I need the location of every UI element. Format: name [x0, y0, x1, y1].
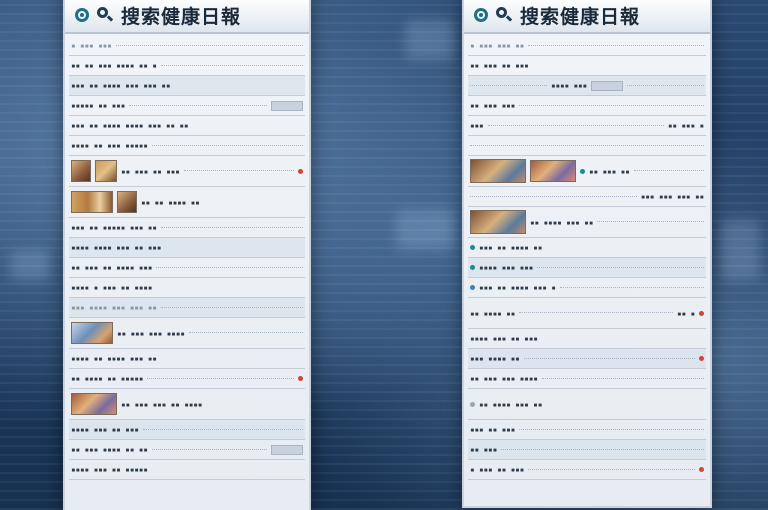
right-titlebar: 搜索健康日報	[464, 0, 710, 34]
search-icon[interactable]	[496, 7, 512, 23]
status-dot	[470, 285, 475, 290]
right-list: ▪ ▪▪▪ ▪▪▪ ▪▪ ▪▪ ▪▪▪ ▪▪ ▪▪▪ ▪▪▪▪ ▪▪▪ ▪▪ ▪…	[464, 34, 710, 482]
status-dot	[580, 168, 585, 174]
left-title: 搜索健康日報	[121, 5, 242, 28]
left-titlebar: 搜索健康日報	[65, 0, 309, 34]
list-item[interactable]: ▪ ▪▪▪ ▪▪▪ ▪▪	[468, 36, 706, 56]
list-item[interactable]: ▪▪ ▪▪▪ ▪▪▪	[468, 96, 706, 116]
alert-dot	[298, 376, 303, 381]
list-item[interactable]: ▪▪ ▪▪▪▪ ▪▪ ▪▪ ▪	[468, 298, 706, 329]
list-item[interactable]: ▪▪ ▪▪▪ ▪▪ ▪▪▪	[69, 156, 305, 187]
list-item[interactable]: ▪▪▪▪ ▪▪▪ ▪▪ ▪▪▪	[468, 329, 706, 349]
list-item[interactable]: ▪▪ ▪▪▪ ▪▪ ▪▪▪	[468, 56, 706, 76]
thumbnail-image	[95, 160, 117, 182]
list-item[interactable]: ▪▪ ▪▪▪ ▪▪▪ ▪▪▪▪	[468, 369, 706, 389]
list-item[interactable]: ▪▪▪ ▪▪ ▪▪▪▪▪ ▪▪▪ ▪▪	[69, 218, 305, 238]
list-item[interactable]: ▪▪▪▪ ▪▪▪▪ ▪▪▪ ▪▪ ▪▪▪	[69, 238, 305, 258]
thumbnail-image	[530, 160, 576, 182]
left-window: 搜索健康日報 ▪ ▪▪▪ ▪▪▪ ▪▪ ▪▪ ▪▪▪ ▪▪▪▪ ▪▪ ▪ ▪▪▪…	[63, 0, 311, 510]
circle-icon[interactable]	[75, 8, 89, 22]
list-item[interactable]: ▪▪▪▪ ▪▪▪ ▪▪ ▪▪▪	[69, 420, 305, 440]
thumbnail-image	[71, 160, 91, 182]
list-item[interactable]: ▪▪▪ ▪▪▪ ▪▪▪ ▪▪	[468, 187, 706, 207]
status-badge	[591, 80, 624, 91]
right-window: 搜索健康日報 ▪ ▪▪▪ ▪▪▪ ▪▪ ▪▪ ▪▪▪ ▪▪ ▪▪▪ ▪▪▪▪ ▪…	[462, 0, 712, 508]
list-item[interactable]: ▪▪▪▪ ▪▪▪ ▪▪ ▪▪▪▪▪	[69, 460, 305, 480]
thumbnail-image	[71, 393, 117, 415]
list-item[interactable]: ▪▪ ▪▪▪ ▪▪	[468, 156, 706, 187]
list-item[interactable]: ▪▪ ▪▪▪ ▪▪▪▪ ▪▪ ▪▪	[69, 440, 305, 460]
list-item[interactable]: ▪▪▪ ▪▪▪▪ ▪▪	[468, 349, 706, 369]
thumbnail-image	[470, 210, 526, 234]
list-item[interactable]: ▪▪ ▪▪ ▪▪▪ ▪▪▪▪ ▪▪ ▪	[69, 56, 305, 76]
list-item[interactable]: ▪▪ ▪▪ ▪▪▪▪ ▪▪	[69, 187, 305, 218]
list-item[interactable]: ▪▪▪▪▪ ▪▪ ▪▪▪	[69, 96, 305, 116]
list-item[interactable]	[468, 136, 706, 156]
list-item[interactable]: ▪▪▪ ▪▪ ▪▪▪▪ ▪▪▪ ▪	[468, 278, 706, 298]
thumbnail-image	[71, 322, 113, 344]
status-badge	[271, 100, 303, 111]
list-item[interactable]: ▪▪ ▪▪▪▪ ▪▪ ▪▪▪▪▪	[69, 369, 305, 389]
list-item[interactable]: ▪▪▪▪ ▪▪ ▪▪▪ ▪▪▪▪▪	[69, 136, 305, 156]
circle-icon[interactable]	[474, 8, 488, 22]
list-item[interactable]: ▪▪▪▪ ▪▪ ▪▪▪▪ ▪▪▪ ▪▪	[69, 349, 305, 369]
list-item[interactable]: ▪▪ ▪▪▪▪ ▪▪▪ ▪▪	[468, 389, 706, 420]
status-badge	[271, 444, 303, 455]
list-item[interactable]: ▪▪ ▪▪▪ ▪▪▪ ▪▪ ▪▪▪▪	[69, 389, 305, 420]
alert-dot	[699, 467, 704, 472]
list-item[interactable]: ▪▪▪▪ ▪ ▪▪▪ ▪▪ ▪▪▪▪	[69, 278, 305, 298]
thumbnail-image	[117, 191, 137, 213]
alert-dot	[699, 356, 704, 361]
thumbnail-image	[71, 191, 113, 213]
thumbnail-image	[470, 159, 526, 183]
alert-dot	[298, 168, 303, 174]
list-item[interactable]: ▪▪▪▪ ▪▪▪	[468, 76, 706, 96]
status-dot	[470, 401, 475, 407]
status-dot	[470, 265, 475, 270]
list-item[interactable]: ▪ ▪▪▪ ▪▪▪	[69, 36, 305, 56]
list-item[interactable]: ▪▪▪ ▪▪ ▪▪▪▪ ▪▪▪ ▪▪▪ ▪▪	[69, 76, 305, 96]
list-item[interactable]: ▪ ▪▪▪ ▪▪ ▪▪▪	[468, 460, 706, 480]
list-item[interactable]: ▪▪ ▪▪▪	[468, 440, 706, 460]
list-item[interactable]: ▪▪ ▪▪▪▪ ▪▪▪ ▪▪	[468, 207, 706, 238]
list-item[interactable]: ▪▪ ▪▪▪ ▪▪▪ ▪▪▪▪	[69, 318, 305, 349]
list-item[interactable]: ▪▪ ▪▪▪ ▪▪ ▪▪▪▪ ▪▪▪	[69, 258, 305, 278]
list-item[interactable]: ▪▪▪ ▪▪ ▪▪▪▪ ▪▪	[468, 238, 706, 258]
status-dot	[470, 245, 475, 250]
list-item[interactable]: ▪▪▪ ▪▪ ▪▪▪ ▪	[468, 116, 706, 136]
list-item[interactable]: ▪▪▪ ▪▪▪▪ ▪▪▪ ▪▪▪ ▪▪	[69, 298, 305, 318]
list-item[interactable]: ▪▪▪▪ ▪▪▪ ▪▪▪	[468, 258, 706, 278]
list-item[interactable]: ▪▪▪ ▪▪ ▪▪▪	[468, 420, 706, 440]
alert-dot	[699, 310, 704, 316]
right-title: 搜索健康日報	[520, 5, 641, 28]
list-item[interactable]: ▪▪▪ ▪▪ ▪▪▪▪ ▪▪▪▪ ▪▪▪ ▪▪ ▪▪	[69, 116, 305, 136]
left-list: ▪ ▪▪▪ ▪▪▪ ▪▪ ▪▪ ▪▪▪ ▪▪▪▪ ▪▪ ▪ ▪▪▪ ▪▪ ▪▪▪…	[65, 34, 309, 482]
search-icon[interactable]	[97, 7, 113, 23]
